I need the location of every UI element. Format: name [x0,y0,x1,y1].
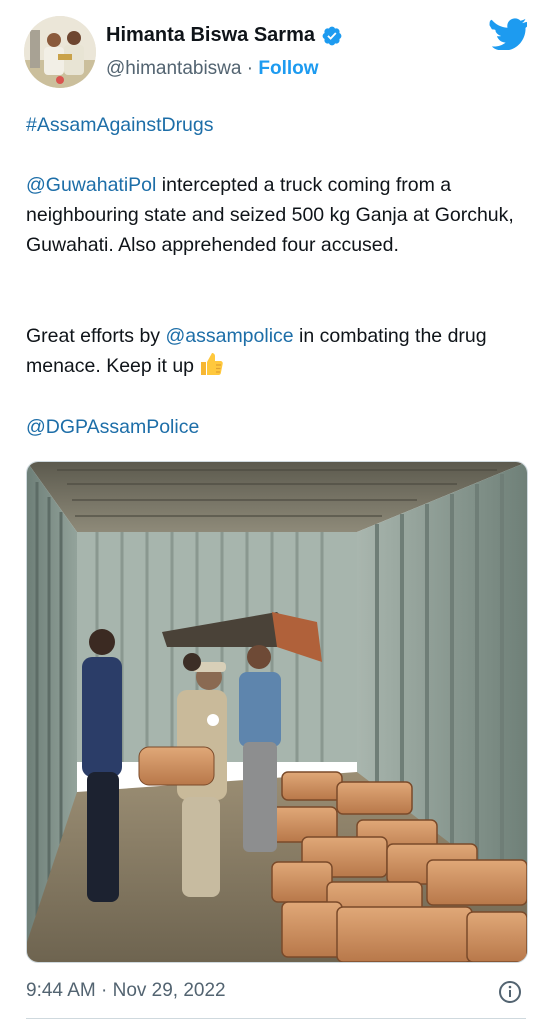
tweet-paragraph-2: Great efforts by @assampolice in combati… [26,321,521,381]
info-icon[interactable] [498,980,522,1004]
display-name[interactable]: Himanta Biswa Sarma [106,24,315,47]
handle[interactable]: @himantabiswa [106,58,241,79]
mention-dgpassampolice[interactable]: @DGPAssamPolice [26,416,199,438]
verified-badge-icon [322,26,342,45]
handle-row: @himantabiswa · Follow [106,58,319,80]
follow-button[interactable]: Follow [258,58,318,79]
truck-interior-photo [27,462,527,962]
divider [26,1018,526,1019]
tweet-timestamp[interactable]: 9:44 AM · Nov 29, 2022 [26,980,226,1002]
tweet-paragraph-1: @GuwahatiPol intercepted a truck coming … [26,170,521,260]
hashtag-line: #AssamAgainstDrugs [26,110,521,140]
avatar[interactable] [24,16,96,88]
avatar-image [24,16,96,88]
author-name-row: Himanta Biswa Sarma [106,24,343,47]
tweet-paragraph-3: @DGPAssamPolice [26,412,521,442]
tweet-photo[interactable] [26,461,528,963]
twitter-bird-icon[interactable] [489,18,527,50]
separator: · [246,58,254,79]
mention-assampolice[interactable]: @assampolice [165,325,293,347]
tweet-card: Himanta Biswa Sarma @himantabiswa · Foll… [0,0,542,1024]
mention-guwahatipol[interactable]: @GuwahatiPol [26,174,156,196]
hashtag-link[interactable]: #AssamAgainstDrugs [26,114,214,136]
thumbs-up-icon [201,353,223,375]
paragraph-2-prefix: Great efforts by [26,325,166,347]
